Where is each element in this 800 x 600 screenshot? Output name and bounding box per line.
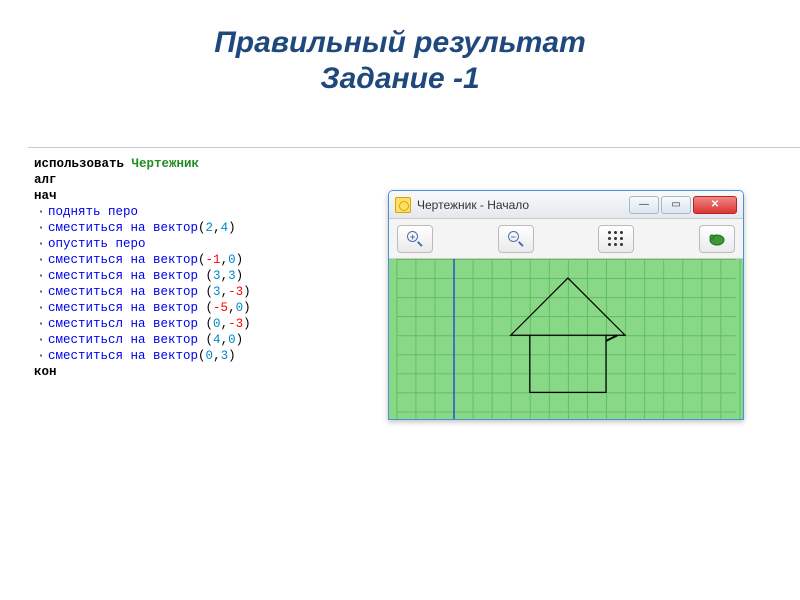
grid-icon <box>607 230 625 248</box>
zoom-out-icon: − <box>508 231 524 247</box>
window-buttons: — ▭ ✕ <box>627 196 737 214</box>
titlebar[interactable]: Чертежник - Начало — ▭ ✕ <box>389 191 743 219</box>
drawing-canvas <box>389 259 743 420</box>
slide: Правильный результат Задание -1 использо… <box>0 0 800 600</box>
zoom-out-button[interactable]: − <box>498 225 534 253</box>
title-line-2: Задание -1 <box>0 61 800 97</box>
zoom-in-icon: + <box>407 231 423 247</box>
turtle-icon <box>708 231 726 247</box>
toolbar: + − <box>389 219 743 259</box>
window-title: Чертежник - Начало <box>417 198 529 212</box>
run-button[interactable] <box>699 225 735 253</box>
app-window: Чертежник - Начало — ▭ ✕ + − <box>388 190 744 420</box>
title-line-1: Правильный результат <box>0 25 800 61</box>
close-button[interactable]: ✕ <box>693 196 737 214</box>
minimize-button[interactable]: — <box>629 196 659 214</box>
app-icon <box>395 197 411 213</box>
canvas[interactable] <box>389 259 743 420</box>
title-area: Правильный результат Задание -1 <box>0 0 800 112</box>
grid-button[interactable] <box>598 225 634 253</box>
zoom-in-button[interactable]: + <box>397 225 433 253</box>
code-alg: алг <box>34 172 462 188</box>
maximize-button[interactable]: ▭ <box>661 196 691 214</box>
code-use: использовать Чертежник <box>34 156 462 172</box>
